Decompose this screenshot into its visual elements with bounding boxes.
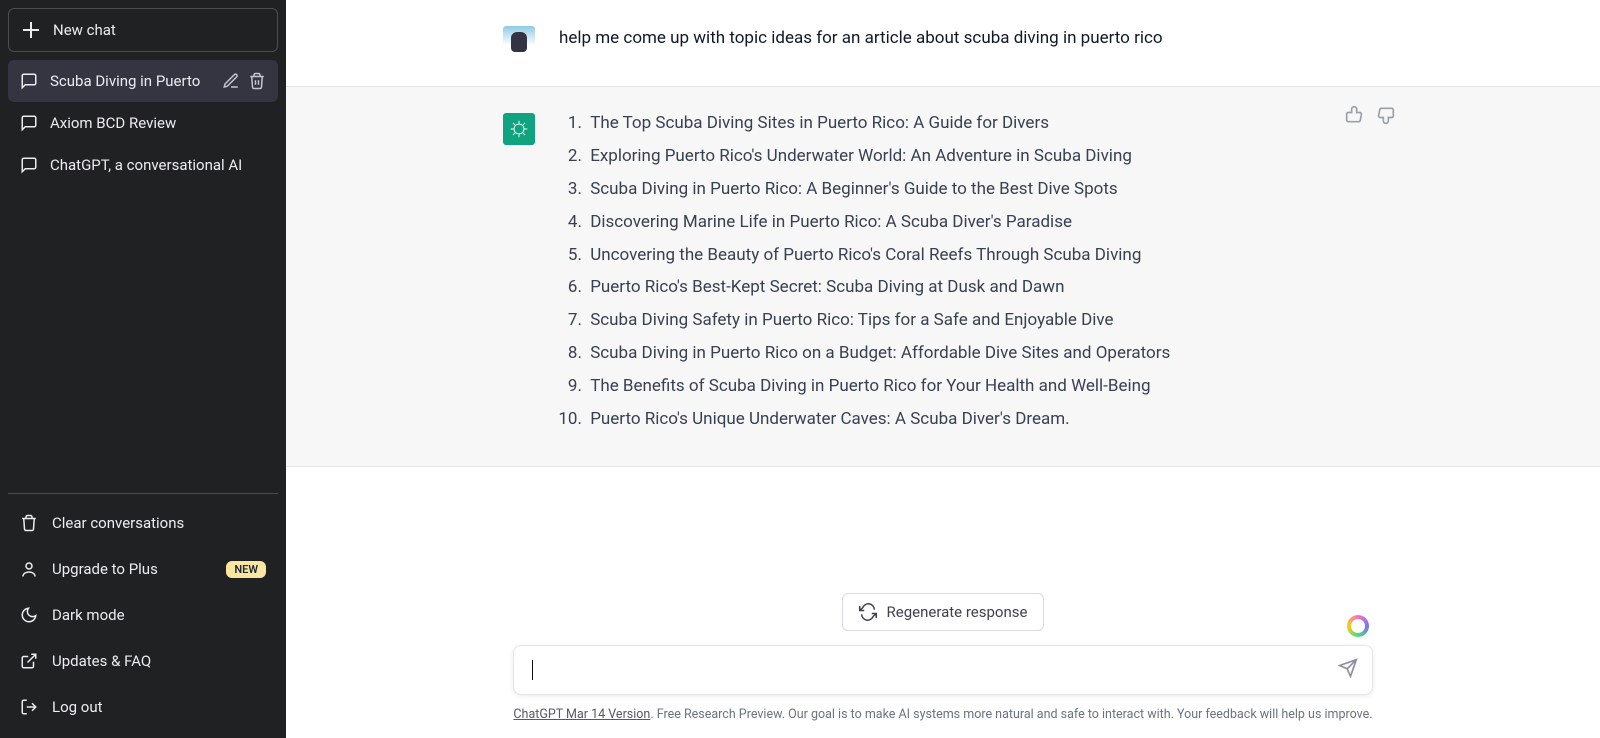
assistant-list-item: Exploring Puerto Rico's Underwater World…: [586, 142, 1383, 171]
sidebar-chat-item[interactable]: ChatGPT, a conversational AI: [8, 144, 278, 186]
external-link-icon: [20, 652, 38, 670]
assistant-list-item: Uncovering the Beauty of Puerto Rico's C…: [586, 241, 1383, 270]
footer-text: . Free Research Preview. Our goal is to …: [650, 707, 1372, 722]
chat-icon: [20, 72, 38, 90]
assistant-list-item: Scuba Diving in Puerto Rico: A Beginner'…: [586, 175, 1383, 204]
bottom-bar: Regenerate response ChatGPT Mar 14 Versi…: [286, 581, 1600, 738]
updates-label: Updates & FAQ: [52, 652, 151, 670]
assistant-list-item: The Top Scuba Diving Sites in Puerto Ric…: [586, 109, 1383, 138]
message-user: help me come up with topic ideas for an …: [286, 0, 1600, 87]
prompt-input[interactable]: [533, 661, 1322, 679]
footer-version-link[interactable]: ChatGPT Mar 14 Version: [513, 707, 650, 722]
trash-icon[interactable]: [248, 72, 266, 90]
regenerate-label: Regenerate response: [887, 603, 1028, 621]
moon-icon: [20, 606, 38, 624]
trash-icon: [20, 514, 38, 532]
sidebar-chat-item[interactable]: Axiom BCD Review: [8, 102, 278, 144]
user-icon: [20, 560, 38, 578]
clear-label: Clear conversations: [52, 514, 184, 532]
conversation: help me come up with topic ideas for an …: [286, 0, 1600, 581]
sidebar: New chat Scuba Diving in Puerto Axiom BC…: [0, 0, 286, 738]
updates-button[interactable]: Updates & FAQ: [8, 638, 278, 684]
dark-mode-label: Dark mode: [52, 606, 125, 624]
plus-icon: [23, 22, 39, 38]
assistant-list-item: The Benefits of Scuba Diving in Puerto R…: [586, 372, 1383, 401]
assistant-list-item: Discovering Marine Life in Puerto Rico: …: [586, 208, 1383, 237]
divider: [8, 493, 278, 494]
chat-title: ChatGPT, a conversational AI: [50, 156, 266, 174]
send-icon[interactable]: [1338, 658, 1358, 682]
assistant-list-item: Scuba Diving in Puerto Rico on a Budget:…: [586, 339, 1383, 368]
logout-button[interactable]: Log out: [8, 684, 278, 730]
edit-icon[interactable]: [222, 72, 240, 90]
chat-icon: [20, 156, 38, 174]
user-avatar: [503, 26, 535, 58]
chat-title: Scuba Diving in Puerto: [50, 72, 210, 90]
assistant-list-item: Puerto Rico's Unique Underwater Caves: A…: [586, 405, 1383, 434]
new-chat-button[interactable]: New chat: [8, 8, 278, 52]
main: help me come up with topic ideas for an …: [286, 0, 1600, 738]
thumbs-up-icon[interactable]: [1345, 105, 1365, 129]
chat-title: Axiom BCD Review: [50, 114, 266, 132]
prompt-box[interactable]: [513, 645, 1373, 695]
refresh-icon: [859, 603, 877, 621]
upgrade-button[interactable]: Upgrade to Plus NEW: [8, 546, 278, 592]
user-message-text: help me come up with topic ideas for an …: [559, 24, 1383, 58]
assistant-message-body: The Top Scuba Diving Sites in Puerto Ric…: [559, 111, 1383, 438]
feedback-actions: [1345, 105, 1395, 129]
sidebar-footer: Clear conversations Upgrade to Plus NEW …: [8, 500, 278, 730]
footer-note: ChatGPT Mar 14 Version. Free Research Pr…: [286, 707, 1600, 722]
logout-label: Log out: [52, 698, 103, 716]
regenerate-button[interactable]: Regenerate response: [842, 593, 1045, 631]
upgrade-label: Upgrade to Plus: [52, 560, 158, 578]
logout-icon: [20, 698, 38, 716]
assistant-list: The Top Scuba Diving Sites in Puerto Ric…: [559, 109, 1383, 434]
assistant-avatar: [503, 113, 535, 145]
assistant-orb-icon[interactable]: [1347, 615, 1369, 637]
new-chat-label: New chat: [53, 21, 116, 39]
clear-conversations-button[interactable]: Clear conversations: [8, 500, 278, 546]
new-badge: NEW: [226, 561, 266, 578]
sidebar-chat-item[interactable]: Scuba Diving in Puerto: [8, 60, 278, 102]
thumbs-down-icon[interactable]: [1375, 105, 1395, 129]
message-assistant: The Top Scuba Diving Sites in Puerto Ric…: [286, 87, 1600, 467]
chat-list: Scuba Diving in Puerto Axiom BCD Review …: [8, 60, 278, 487]
dark-mode-button[interactable]: Dark mode: [8, 592, 278, 638]
assistant-list-item: Puerto Rico's Best-Kept Secret: Scuba Di…: [586, 273, 1383, 302]
assistant-list-item: Scuba Diving Safety in Puerto Rico: Tips…: [586, 306, 1383, 335]
chat-icon: [20, 114, 38, 132]
